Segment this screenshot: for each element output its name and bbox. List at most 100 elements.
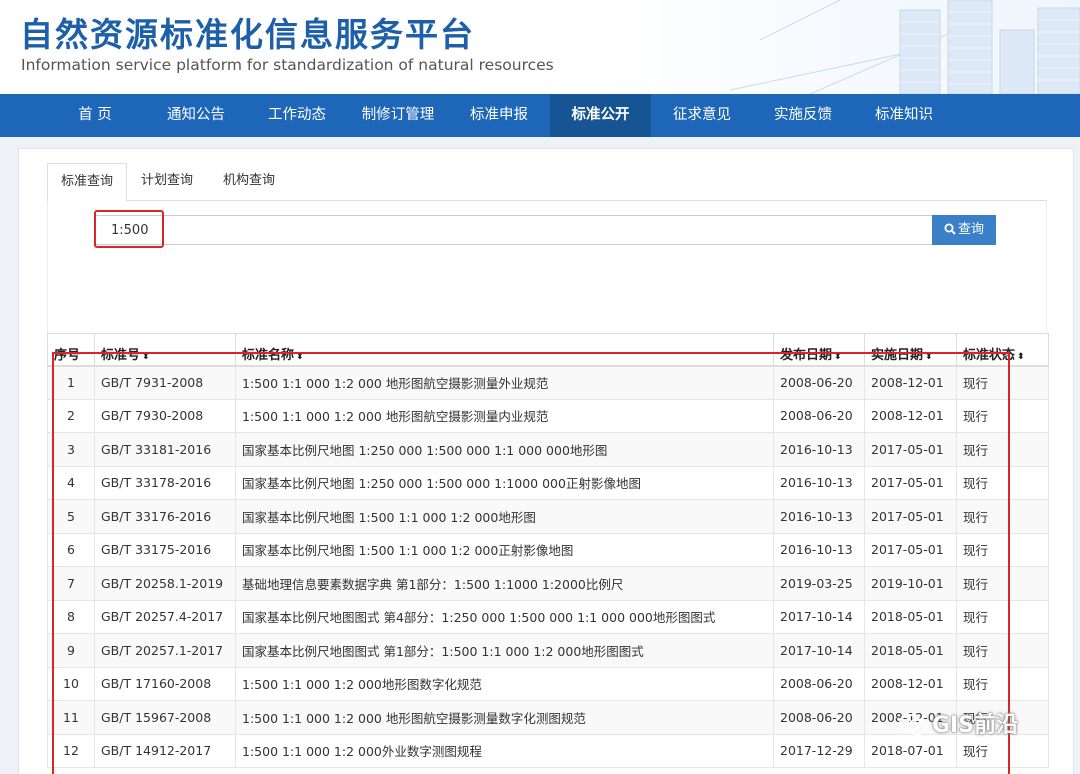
- cell-code: GB/T 14912-2017: [94, 733, 236, 768]
- column-header-label: 标准号: [101, 348, 141, 363]
- query-tabs: 标准查询 计划查询 机构查询: [47, 163, 1047, 202]
- sort-icon[interactable]: ⬍: [296, 352, 304, 362]
- column-header-label: 标准状态: [963, 348, 1016, 363]
- nav-standard-application[interactable]: 标准申报: [449, 94, 549, 137]
- sort-icon[interactable]: ⬍: [834, 352, 842, 362]
- nav-revision-management[interactable]: 制修订管理: [348, 94, 448, 137]
- table-row[interactable]: 4 GB/T 33178-2016 国家基本比例尺地图 1:250 000 1:50…: [47, 465, 1049, 500]
- cell-name[interactable]: 国家基本比例尺地图 1:500 1:1 000 1:2 000地形图: [235, 499, 774, 534]
- sort-icon[interactable]: ⬍: [1017, 352, 1025, 362]
- cell-code: GB/T 20257.1-2017: [94, 633, 236, 668]
- search-input[interactable]: [94, 215, 934, 245]
- nav-work-news[interactable]: 工作动态: [247, 94, 347, 137]
- column-header-publish-date[interactable]: 发布日期 ⬍: [773, 333, 865, 367]
- tab-organization-query[interactable]: 机构查询: [209, 163, 289, 201]
- cell-status: 现行: [956, 599, 1049, 634]
- cell-publish-date: 2016-10-13: [773, 532, 865, 567]
- cell-effective-date: 2019-10-01: [864, 566, 957, 601]
- cell-code: GB/T 15967-2008: [94, 700, 236, 735]
- search-icon: [944, 223, 956, 235]
- cell-seq: 2: [47, 398, 95, 433]
- table-row[interactable]: 9 GB/T 20257.1-2017 国家基本比例尺地图图式 第1部分：1:500…: [47, 633, 1049, 668]
- cell-name[interactable]: 国家基本比例尺地图 1:500 1:1 000 1:2 000正射影像地图: [235, 532, 774, 567]
- cell-name[interactable]: 1:500 1:1 000 1:2 000 地形图航空摄影测量内业规范: [235, 398, 774, 433]
- table-row[interactable]: 3 GB/T 33181-2016 国家基本比例尺地图 1:250 000 1:50…: [47, 432, 1049, 467]
- table-row[interactable]: 7 GB/T 20258.1-2019 基础地理信息要素数据字典 第1部分：1:50…: [47, 566, 1049, 601]
- column-header-label: 发布日期: [780, 348, 833, 363]
- cell-seq: 9: [47, 633, 95, 668]
- column-header-status[interactable]: 标准状态 ⬍: [956, 333, 1049, 367]
- cell-seq: 7: [47, 566, 95, 601]
- cell-seq: 5: [47, 499, 95, 534]
- column-header-label: 序号: [54, 348, 81, 363]
- search-area: 查询: [47, 201, 1047, 333]
- nav-solicit-opinions[interactable]: 征求意见: [652, 94, 752, 137]
- tab-standard-query[interactable]: 标准查询: [47, 163, 127, 202]
- nav-home[interactable]: 首 页: [45, 94, 145, 137]
- cell-code: GB/T 20258.1-2019: [94, 566, 236, 601]
- search-button[interactable]: 查询: [932, 215, 996, 245]
- cell-name[interactable]: 国家基本比例尺地图 1:250 000 1:500 000 1:1 000 00…: [235, 432, 774, 467]
- cell-code: GB/T 33176-2016: [94, 499, 236, 534]
- site-title-en: Information service platform for standar…: [21, 56, 554, 74]
- table-row[interactable]: 10 GB/T 17160-2008 1:500 1:1 000 1:2 000地形…: [47, 666, 1049, 701]
- cell-name[interactable]: 国家基本比例尺地图图式 第1部分：1:500 1:1 000 1:2 000地形…: [235, 633, 774, 668]
- cell-seq: 6: [47, 532, 95, 567]
- cell-publish-date: 2017-12-29: [773, 733, 865, 768]
- column-header-label: 标准名称: [242, 348, 295, 363]
- column-header-effective-date[interactable]: 实施日期 ⬍: [864, 333, 957, 367]
- wechat-icon: [899, 714, 927, 735]
- nav-standard-knowledge[interactable]: 标准知识: [854, 94, 954, 137]
- cell-code: GB/T 17160-2008: [94, 666, 236, 701]
- cell-seq: 12: [47, 733, 95, 768]
- cell-name[interactable]: 1:500 1:1 000 1:2 000外业数字测图规程: [235, 733, 774, 768]
- tab-plan-query[interactable]: 计划查询: [129, 163, 205, 201]
- cell-publish-date: 2008-06-20: [773, 700, 865, 735]
- nav-notices[interactable]: 通知公告: [146, 94, 246, 137]
- column-header-label: 实施日期: [871, 348, 924, 363]
- cell-seq: 3: [47, 432, 95, 467]
- cell-effective-date: 2018-05-01: [864, 599, 957, 634]
- cell-publish-date: 2017-10-14: [773, 599, 865, 634]
- cell-publish-date: 2008-06-20: [773, 666, 865, 701]
- cell-name[interactable]: 1:500 1:1 000 1:2 000 地形图航空摄影测量外业规范: [235, 365, 774, 400]
- cell-name[interactable]: 基础地理信息要素数据字典 第1部分：1:500 1:1000 1:2000比例尺: [235, 566, 774, 601]
- search-button-label: 查询: [957, 222, 984, 237]
- table-row[interactable]: 6 GB/T 33175-2016 国家基本比例尺地图 1:500 1:1 000 …: [47, 532, 1049, 567]
- cell-publish-date: 2016-10-13: [773, 432, 865, 467]
- cell-effective-date: 2017-05-01: [864, 432, 957, 467]
- nav-implementation-feedback[interactable]: 实施反馈: [753, 94, 853, 137]
- cell-status: 现行: [956, 465, 1049, 500]
- column-header-code[interactable]: 标准号 ⬍: [94, 333, 236, 367]
- cell-publish-date: 2017-10-14: [773, 633, 865, 668]
- cell-effective-date: 2008-12-01: [864, 365, 957, 400]
- site-title-cn: 自然资源标准化信息服务平台: [20, 15, 475, 54]
- cell-status: 现行: [956, 566, 1049, 601]
- cell-publish-date: 2019-03-25: [773, 566, 865, 601]
- cell-publish-date: 2016-10-13: [773, 499, 865, 534]
- table-row[interactable]: 8 GB/T 20257.4-2017 国家基本比例尺地图图式 第4部分：1:250…: [47, 599, 1049, 634]
- cell-status: 现行: [956, 398, 1049, 433]
- cell-effective-date: 2018-05-01: [864, 633, 957, 668]
- nav-standard-disclosure[interactable]: 标准公开: [550, 94, 651, 137]
- watermark-text: GIS前沿: [932, 713, 1019, 738]
- cell-status: 现行: [956, 633, 1049, 668]
- cell-name[interactable]: 国家基本比例尺地图 1:250 000 1:500 000 1:1000 000…: [235, 465, 774, 500]
- sort-icon[interactable]: ⬍: [925, 352, 933, 362]
- column-header-name[interactable]: 标准名称 ⬍: [235, 333, 774, 367]
- table-row[interactable]: 1 GB/T 7931-2008 1:500 1:1 000 1:2 000 地形图…: [47, 365, 1049, 400]
- cell-effective-date: 2008-12-01: [864, 398, 957, 433]
- cell-status: 现行: [956, 666, 1049, 701]
- cell-status: 现行: [956, 532, 1049, 567]
- cell-effective-date: 2017-05-01: [864, 465, 957, 500]
- cell-status: 现行: [956, 499, 1049, 534]
- sort-icon[interactable]: ⬍: [142, 352, 150, 362]
- cell-code: GB/T 20257.4-2017: [94, 599, 236, 634]
- cell-code: GB/T 33181-2016: [94, 432, 236, 467]
- table-row[interactable]: 2 GB/T 7930-2008 1:500 1:1 000 1:2 000 地形图…: [47, 398, 1049, 433]
- cell-name[interactable]: 国家基本比例尺地图图式 第4部分：1:250 000 1:500 000 1:1…: [235, 599, 774, 634]
- table-row[interactable]: 5 GB/T 33176-2016 国家基本比例尺地图 1:500 1:1 000 …: [47, 499, 1049, 534]
- watermark: GIS前沿: [898, 708, 1018, 744]
- cell-name[interactable]: 1:500 1:1 000 1:2 000地形图数字化规范: [235, 666, 774, 701]
- cell-name[interactable]: 1:500 1:1 000 1:2 000 地形图航空摄影测量数字化测图规范: [235, 700, 774, 735]
